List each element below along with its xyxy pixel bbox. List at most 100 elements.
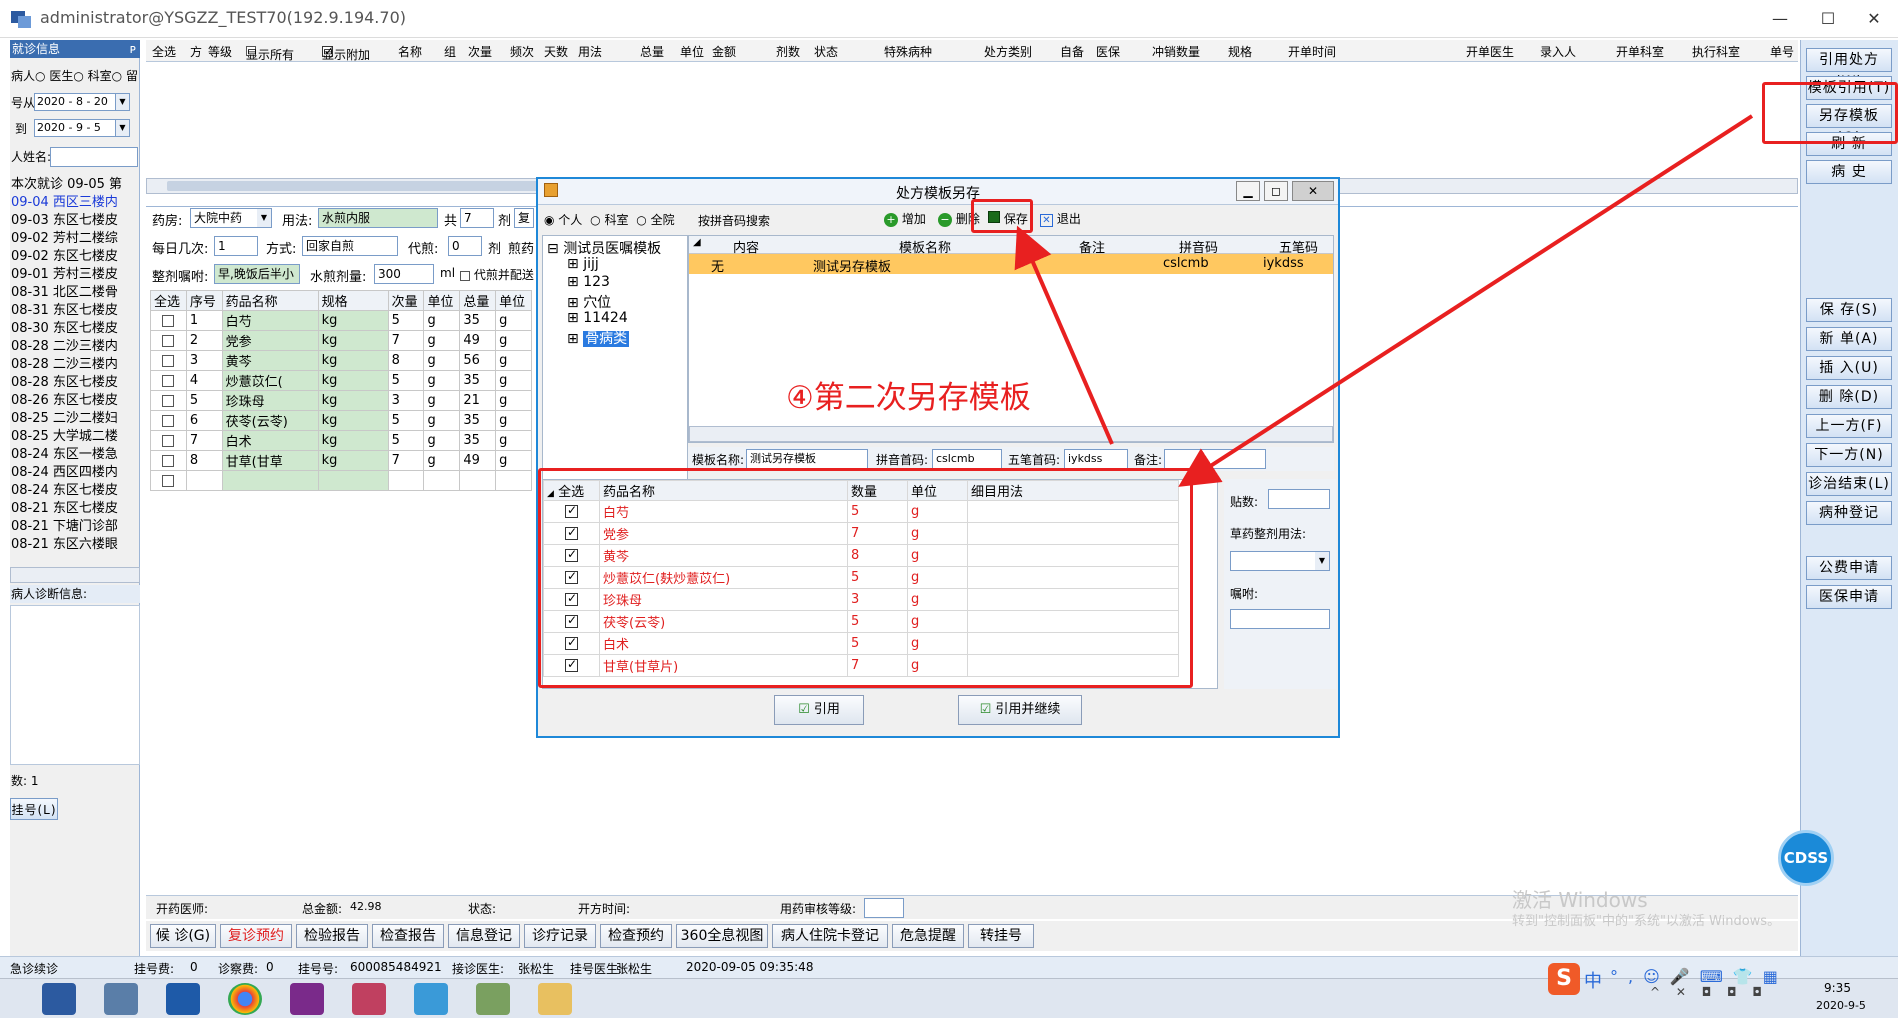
- sogou-ime-icon[interactable]: S: [1548, 963, 1580, 995]
- bottom-button-9[interactable]: 危急提醒: [892, 924, 964, 948]
- maximize-button[interactable]: ☐: [1806, 4, 1850, 34]
- visit-item[interactable]: 08-25 大学城二楼: [10, 428, 140, 446]
- visit-item[interactable]: 08-28 东区七楼皮: [10, 374, 140, 392]
- daily-select[interactable]: 1: [214, 236, 258, 256]
- action-buttons_mid-button-7[interactable]: 病种登记: [1806, 501, 1892, 525]
- cite-continue-button[interactable]: ☑ 引用并继续: [958, 695, 1082, 725]
- app-taskbar-icon[interactable]: [42, 983, 76, 1015]
- patient-name-input[interactable]: [50, 147, 138, 167]
- tree-node[interactable]: ⊞ 穴位: [567, 292, 611, 312]
- visit-list[interactable]: 本次就诊 09-05 第 09-04 西区三楼内 09-03 东区七楼皮 09-02 …: [10, 176, 140, 576]
- drug-row[interactable]: 4 炒薏苡仁(kg 5 g 35 g: [150, 370, 532, 391]
- radio-patient[interactable]: 病人: [11, 69, 35, 83]
- total-doses-stepper[interactable]: 7: [460, 208, 494, 228]
- template-row-selected[interactable]: 无 测试另存模板 cslcmb iykdss: [689, 254, 1333, 275]
- action-buttons_top-button-4[interactable]: 病 史: [1806, 160, 1892, 184]
- pinyin-code-input[interactable]: cslcmb: [932, 449, 1002, 469]
- clock-date[interactable]: 2020-9-5: [1816, 999, 1866, 1012]
- row-checkbox[interactable]: [162, 334, 175, 347]
- dialog-maximize-button[interactable]: ◻: [1264, 181, 1288, 201]
- pharmacy-select[interactable]: 大院中药 ▼: [190, 208, 272, 228]
- powershell-taskbar-icon[interactable]: [166, 983, 200, 1015]
- action-buttons_top-button-0[interactable]: 引用处方(W): [1806, 48, 1892, 90]
- advice-input[interactable]: 早,晚饭后半小: [214, 264, 300, 284]
- chrome-taskbar-icon[interactable]: [228, 983, 262, 1015]
- db-taskbar-icon[interactable]: [352, 983, 386, 1015]
- bottom-button-0[interactable]: 候 诊(G): [150, 924, 216, 948]
- dose-count-input[interactable]: [1268, 489, 1330, 509]
- diagnosis-box[interactable]: [10, 605, 140, 765]
- visit-item[interactable]: 08-31 东区七楼皮: [10, 302, 140, 320]
- action-buttons_mid-button-6[interactable]: 诊治结束(L): [1806, 472, 1892, 496]
- radio-dept[interactable]: 科室: [88, 69, 112, 83]
- visit-item[interactable]: 08-24 东区七楼皮: [10, 482, 140, 500]
- visit-item[interactable]: 08-28 二沙三楼内: [10, 338, 140, 356]
- close-button[interactable]: ✕: [1852, 4, 1896, 34]
- tree-node[interactable]: ⊞ 123: [567, 274, 610, 290]
- visit-item[interactable]: 08-21 东区六楼眼: [10, 536, 140, 554]
- row-checkbox[interactable]: [162, 374, 175, 387]
- row-checkbox[interactable]: [162, 394, 175, 407]
- scope-hospital-radio[interactable]: ○ 全院: [636, 213, 674, 227]
- visit-item[interactable]: 08-21 下塘门诊部: [10, 518, 140, 536]
- visit-item[interactable]: 08-26 东区七楼皮: [10, 392, 140, 410]
- scope-personal-radio[interactable]: ◉ 个人: [544, 213, 582, 227]
- drug-row-empty[interactable]: [150, 470, 532, 491]
- visit-item[interactable]: 08-28 二沙三楼内: [10, 356, 140, 374]
- tree-node[interactable]: ⊞ 11424: [567, 310, 628, 326]
- visit-item[interactable]: 08-25 二沙二楼妇: [10, 410, 140, 428]
- visit-item[interactable]: 08-24 东区一楼急: [10, 446, 140, 464]
- date-from-picker[interactable]: 2020 - 8 - 20 ▼: [34, 93, 130, 111]
- dialog-minimize-button[interactable]: ▁: [1236, 181, 1260, 201]
- drug-row[interactable]: 2 党参 kg 7 g 49 g: [150, 330, 532, 351]
- bottom-button-6[interactable]: 检查预约: [600, 924, 672, 948]
- row-checkbox[interactable]: [162, 314, 175, 327]
- template-grid-scrollbar[interactable]: [689, 426, 1333, 442]
- method-select[interactable]: 回家自煎: [302, 236, 398, 256]
- row-checkbox[interactable]: [162, 354, 175, 367]
- drug-row[interactable]: 3 黄芩 kg 8 g 56 g: [150, 350, 532, 371]
- bottom-button-10[interactable]: 转挂号: [968, 924, 1034, 948]
- bottom-button-1[interactable]: 复诊预约: [220, 924, 292, 948]
- visit-item[interactable]: 09-01 芳村三楼皮: [10, 266, 140, 284]
- advice-input[interactable]: [1230, 609, 1330, 629]
- drug-row[interactable]: 7 白术 kg 5 g 35 g: [150, 430, 532, 451]
- tree-node-selected[interactable]: ⊞ 骨病类: [567, 328, 630, 348]
- action-buttons_mid-button-4[interactable]: 上一方(F): [1806, 414, 1892, 438]
- row-checkbox[interactable]: [162, 454, 175, 467]
- bottom-button-5[interactable]: 诊疗记录: [524, 924, 596, 948]
- dialog-add-button[interactable]: + 增加: [884, 210, 926, 227]
- action-buttons_mid-button-1[interactable]: 新 单(A): [1806, 327, 1892, 351]
- onenote-taskbar-icon[interactable]: [290, 983, 324, 1015]
- col-select-all[interactable]: 全选: [152, 43, 176, 60]
- tree-root[interactable]: ⊟ 测试员医嘱模板: [547, 238, 661, 258]
- wubi-code-input[interactable]: iykdss: [1064, 449, 1128, 469]
- drug-row[interactable]: 8 甘草(甘草 kg 7 g 49 g: [150, 450, 532, 471]
- folder-taskbar-icon[interactable]: [538, 983, 572, 1015]
- radio-stay[interactable]: 留: [126, 69, 138, 83]
- tree-node[interactable]: ⊞ jijj: [567, 256, 599, 272]
- bottom-button-4[interactable]: 信息登记: [448, 924, 520, 948]
- drug-row[interactable]: 5 珍珠母 kg 3 g 21 g: [150, 390, 532, 411]
- decoct-mix-checkbox[interactable]: 代煎并配送: [460, 266, 534, 283]
- visit-item[interactable]: 09-04 西区三楼内: [10, 194, 140, 212]
- template-name-input[interactable]: 测试另存模板: [746, 449, 868, 469]
- minimize-button[interactable]: —: [1758, 4, 1802, 34]
- row-checkbox[interactable]: [162, 474, 175, 487]
- row-checkbox[interactable]: [162, 434, 175, 447]
- ime-mode[interactable]: 中: [1584, 967, 1602, 993]
- action-buttons_mid-button-2[interactable]: 插 入(U): [1806, 356, 1892, 380]
- filter-radio-group[interactable]: 病人○ 医生○ 科室○ 留: [10, 67, 140, 85]
- dialog-close-button[interactable]: ✕: [1292, 181, 1334, 201]
- paint-taskbar-icon[interactable]: [476, 983, 510, 1015]
- bottom-button-3[interactable]: 检查报告: [372, 924, 444, 948]
- file-taskbar-icon[interactable]: [104, 983, 138, 1015]
- drug-row[interactable]: 1 白芍 kg 5 g 35 g: [150, 310, 532, 331]
- usage-input[interactable]: 水煎内服: [318, 208, 438, 228]
- remark-input[interactable]: [1164, 449, 1266, 469]
- visit-item[interactable]: 09-03 东区七楼皮: [10, 212, 140, 230]
- th-select-all[interactable]: 全选: [150, 290, 187, 311]
- dup-button[interactable]: 复: [514, 208, 534, 228]
- tray-icons[interactable]: ^ ✕ ◘ ◘ ◘: [1650, 985, 1768, 999]
- bottom-button-7[interactable]: 360全息视图: [676, 924, 768, 948]
